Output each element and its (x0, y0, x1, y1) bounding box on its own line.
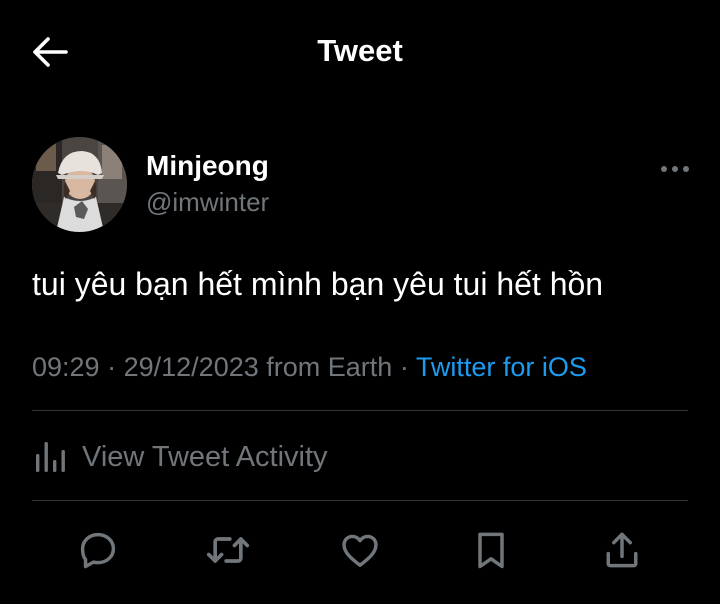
divider (32, 500, 688, 501)
tweet-time: 09:29 (32, 352, 100, 382)
author-handle[interactable]: @imwinter (146, 187, 269, 218)
share-icon (606, 532, 638, 568)
heart-icon (342, 534, 378, 567)
tweet-meta: 09:29 · 29/12/2023 from Earth · Twitter … (32, 352, 587, 383)
profile-photo (32, 137, 127, 232)
page-title: Tweet (317, 33, 403, 68)
bookmark-button[interactable] (463, 522, 519, 578)
view-tweet-activity-label: View Tweet Activity (82, 440, 328, 473)
more-options-button[interactable] (656, 156, 694, 182)
tweet-date: 29/12/2023 (123, 352, 259, 382)
reply-icon (80, 532, 116, 569)
reply-button[interactable] (70, 522, 126, 578)
avatar[interactable] (32, 137, 127, 232)
retweet-button[interactable] (200, 522, 256, 578)
analytics-icon (36, 442, 65, 472)
retweet-icon (206, 537, 250, 563)
top-bar: Tweet (0, 0, 720, 104)
tweet-text: tui yêu bạn hết mình bạn yêu tui hết hồn (32, 266, 604, 302)
meta-separator: · (107, 352, 117, 382)
meta-separator: · (399, 352, 409, 382)
author-display-name[interactable]: Minjeong (146, 150, 269, 182)
like-button[interactable] (332, 522, 388, 578)
bookmark-icon (478, 532, 504, 569)
share-button[interactable] (594, 522, 650, 578)
tweet-location: from Earth (266, 352, 393, 382)
tweet-source-link[interactable]: Twitter for iOS (416, 352, 587, 382)
divider (32, 410, 688, 411)
view-tweet-activity-button[interactable]: View Tweet Activity (32, 430, 328, 484)
more-options-icon (661, 166, 689, 172)
tweet-action-bar (0, 522, 720, 578)
